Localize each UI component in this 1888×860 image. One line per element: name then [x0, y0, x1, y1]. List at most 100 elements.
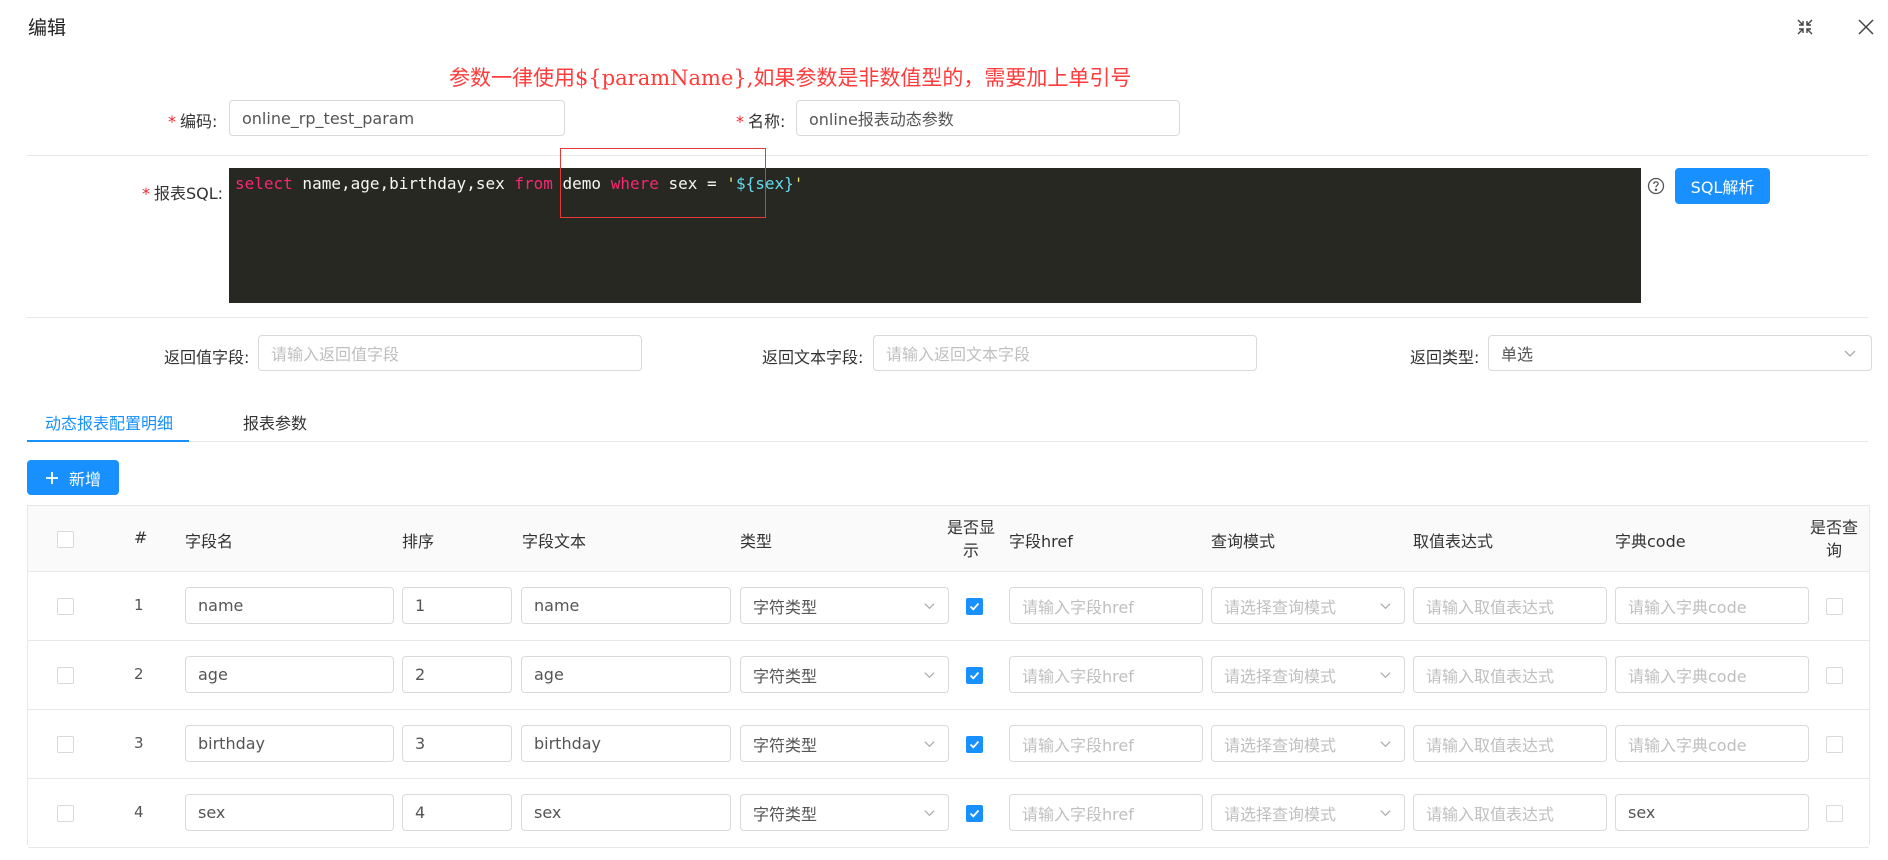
show-checkbox[interactable] [966, 805, 983, 822]
row-select-checkbox[interactable] [57, 598, 74, 615]
return-value-input[interactable]: 请输入返回值字段 [258, 335, 642, 371]
chevron-down-icon [1380, 672, 1391, 679]
sql-label: * 报表SQL: [142, 184, 224, 203]
dict-code-input[interactable]: 请输入字典code [1615, 725, 1809, 762]
header-query-mode: 查询模式 [1211, 532, 1276, 551]
dict-code-input[interactable]: 请输入字典code [1615, 587, 1809, 624]
header-index: # [134, 528, 148, 547]
type-value: 字符类型 [753, 666, 818, 686]
is-query-checkbox[interactable] [1826, 805, 1843, 822]
select-all-checkbox[interactable] [57, 531, 74, 548]
header-show: 是否显示 [946, 518, 995, 560]
order-input[interactable]: 3 [402, 725, 512, 762]
code-input[interactable]: online_rp_test_param [229, 100, 565, 136]
query-mode-placeholder: 请选择查询模式 [1224, 597, 1337, 617]
fullscreen-exit-icon[interactable] [1792, 14, 1818, 40]
tab-config-detail[interactable]: 动态报表配置明细 [45, 410, 173, 434]
sql-token: name,age,birthday,sex [292, 174, 515, 193]
field-name-input[interactable]: sex [185, 794, 394, 831]
expression-input[interactable]: 请输入取值表达式 [1413, 587, 1607, 624]
row-select-checkbox[interactable] [57, 805, 74, 822]
question-circle-icon[interactable] [1647, 177, 1665, 195]
field-text-input[interactable]: birthday [521, 725, 731, 762]
return-text-input[interactable]: 请输入返回文本字段 [873, 335, 1257, 371]
dict-code-input[interactable]: sex [1615, 794, 1809, 831]
type-select[interactable]: 字符类型 [740, 587, 949, 624]
is-query-checkbox[interactable] [1826, 598, 1843, 615]
required-mark: * [736, 112, 744, 131]
table-row: 1 name 1 name 字符类型 请输入字段href 请选择查询模式 请输入取值表达式 请输… [28, 572, 1869, 641]
query-mode-placeholder: 请选择查询模式 [1224, 804, 1337, 824]
is-query-checkbox[interactable] [1826, 667, 1843, 684]
required-mark: * [142, 184, 150, 203]
return-value-label: 返回值字段: [164, 348, 250, 367]
modal-header: 编辑 [0, 0, 1888, 52]
expression-input[interactable]: 请输入取值表达式 [1413, 725, 1607, 762]
header-href: 字段href [1009, 532, 1073, 551]
row-select-checkbox[interactable] [57, 736, 74, 753]
sql-editor[interactable]: select name,age,birthday,sex from demo w… [229, 168, 1641, 303]
field-name-input[interactable]: age [185, 656, 394, 693]
type-select[interactable]: 字符类型 [740, 725, 949, 762]
query-mode-select[interactable]: 请选择查询模式 [1211, 656, 1405, 693]
chevron-down-icon [1844, 350, 1856, 357]
sql-parse-button[interactable]: SQL解析 [1675, 168, 1770, 204]
return-text-label: 返回文本字段: [762, 348, 864, 367]
code-label: * 编码: [168, 112, 218, 131]
href-input[interactable]: 请输入字段href [1009, 656, 1203, 693]
chevron-down-icon [1380, 741, 1391, 748]
check-icon [969, 809, 980, 818]
name-label: * 名称: [736, 112, 786, 131]
row-index: 4 [134, 803, 144, 821]
query-mode-select[interactable]: 请选择查询模式 [1211, 725, 1405, 762]
chevron-down-icon [1380, 603, 1391, 610]
header-field-text: 字段文本 [522, 532, 587, 551]
type-select[interactable]: 字符类型 [740, 656, 949, 693]
name-input[interactable]: online报表动态参数 [796, 100, 1180, 136]
href-input[interactable]: 请输入字段href [1009, 725, 1203, 762]
show-checkbox[interactable] [966, 598, 983, 615]
check-icon [969, 740, 980, 749]
expression-input[interactable]: 请输入取值表达式 [1413, 656, 1607, 693]
is-query-checkbox[interactable] [1826, 736, 1843, 753]
dict-code-input[interactable]: 请输入字典code [1615, 656, 1809, 693]
param-usage-note: 参数一律使用${paramName},如果参数是非数值型的，需要加上单引号 [449, 66, 1132, 90]
type-select[interactable]: 字符类型 [740, 794, 949, 831]
expression-input[interactable]: 请输入取值表达式 [1413, 794, 1607, 831]
order-input[interactable]: 4 [402, 794, 512, 831]
type-value: 字符类型 [753, 597, 818, 617]
chevron-down-icon [924, 603, 935, 610]
header-field-name: 字段名 [185, 532, 234, 551]
add-button-label: 新增 [68, 469, 101, 489]
highlight-annotation-box [560, 148, 766, 218]
href-input[interactable]: 请输入字段href [1009, 587, 1203, 624]
field-text-input[interactable]: age [521, 656, 731, 693]
query-mode-placeholder: 请选择查询模式 [1224, 735, 1337, 755]
header-order: 排序 [402, 532, 435, 551]
field-text-input[interactable]: sex [521, 794, 731, 831]
sql-token: ' [793, 174, 804, 193]
chevron-down-icon [924, 741, 935, 748]
add-button[interactable]: 新增 [27, 460, 119, 495]
sql-token: select [235, 174, 293, 193]
row-index: 3 [134, 734, 144, 752]
type-value: 字符类型 [753, 804, 818, 824]
close-icon[interactable] [1853, 14, 1879, 40]
field-name-input[interactable]: birthday [185, 725, 394, 762]
show-checkbox[interactable] [966, 667, 983, 684]
return-type-select[interactable]: 单选 [1488, 335, 1872, 371]
header-expression: 取值表达式 [1413, 532, 1494, 551]
row-select-checkbox[interactable] [57, 667, 74, 684]
query-mode-placeholder: 请选择查询模式 [1224, 666, 1337, 686]
table-row: 2 age 2 age 字符类型 请输入字段href 请选择查询模式 请输入取值表达式 请输入字… [28, 641, 1869, 710]
config-table: # 字段名 排序 字段文本 类型 是否显示 字段href 查询模式 取值表达式 … [27, 505, 1870, 848]
tab-report-params[interactable]: 报表参数 [243, 410, 307, 434]
order-input[interactable]: 2 [402, 656, 512, 693]
query-mode-select[interactable]: 请选择查询模式 [1211, 794, 1405, 831]
query-mode-select[interactable]: 请选择查询模式 [1211, 587, 1405, 624]
show-checkbox[interactable] [966, 736, 983, 753]
field-name-input[interactable]: name [185, 587, 394, 624]
href-input[interactable]: 请输入字段href [1009, 794, 1203, 831]
order-input[interactable]: 1 [402, 587, 512, 624]
field-text-input[interactable]: name [521, 587, 731, 624]
